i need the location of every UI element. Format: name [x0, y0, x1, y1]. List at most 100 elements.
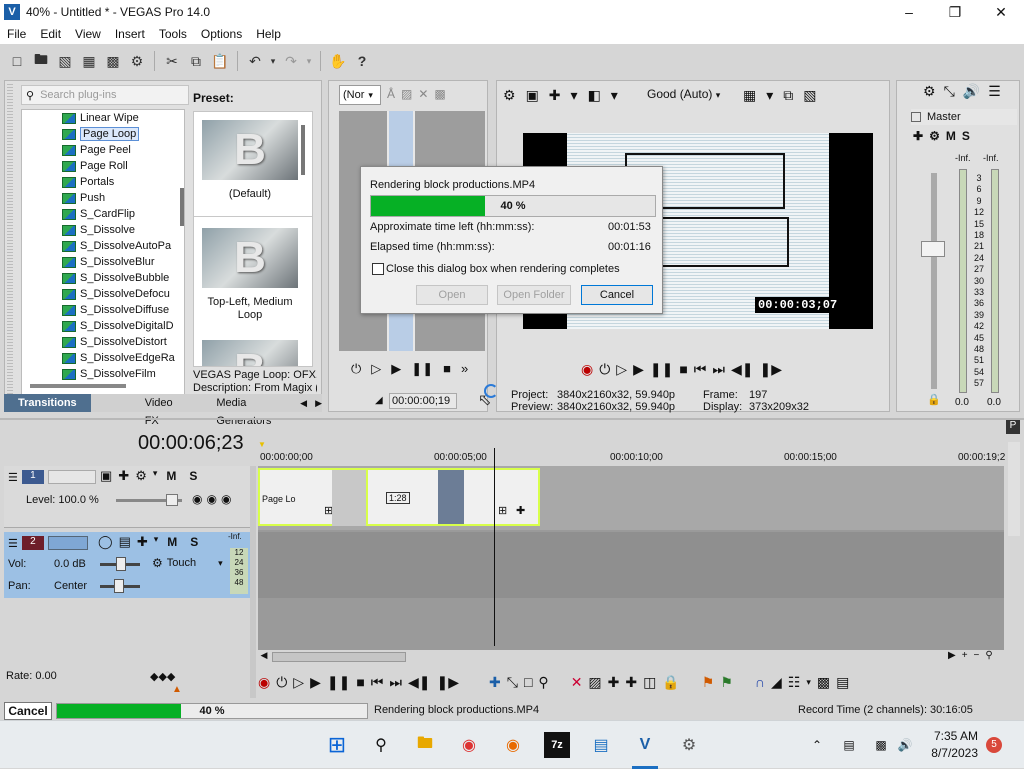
stop-icon[interactable]: ■ — [679, 361, 687, 378]
parent-track-icon[interactable]: ◉ — [206, 492, 216, 506]
plugin-tree-item[interactable]: Page Loop — [22, 126, 184, 142]
next-frame-icon[interactable]: ❚▶ — [760, 361, 783, 378]
pause-icon[interactable]: ❚❚ — [411, 361, 433, 377]
selection-tool-icon[interactable]: □ — [524, 674, 532, 690]
render-icon[interactable]: ▩ — [102, 50, 124, 72]
split-icon[interactable]: ◫ — [643, 674, 656, 691]
stop-icon[interactable]: ■ — [356, 674, 364, 690]
status-cancel-button[interactable]: Cancel — [4, 702, 52, 720]
preview-dropdown-icon[interactable]: ▾ — [571, 87, 578, 104]
track1-solo-button[interactable]: S — [185, 468, 201, 484]
firefox-icon[interactable]: ◉ — [500, 732, 526, 758]
rate-handle-icon[interactable]: ▲ — [172, 684, 182, 695]
snapping-magnet-icon[interactable]: ∩ — [755, 674, 765, 690]
track1-level-handle[interactable] — [166, 494, 178, 506]
master-mute-button[interactable]: M — [946, 129, 956, 143]
auto-crossfade-icon[interactable]: ◢ — [771, 674, 782, 691]
copy-snapshot-icon[interactable]: ⧉ — [783, 87, 793, 104]
previous-frame-icon[interactable]: ◀❚ — [408, 674, 431, 691]
undo-dropdown-icon[interactable]: ▾ — [268, 50, 278, 72]
paste-icon[interactable]: 📋 — [209, 50, 231, 72]
plugin-hand-icon[interactable]: ✋ — [327, 50, 349, 72]
settings-gear-icon[interactable]: ⚙ — [676, 732, 702, 758]
master-gear-icon[interactable]: ⚙ — [929, 129, 940, 143]
split-screen-icon[interactable]: ✚ — [549, 87, 561, 104]
go-to-end-icon[interactable]: ⏭ — [712, 361, 725, 378]
trim-end-icon[interactable]: ✚ — [625, 674, 637, 691]
redo-icon[interactable]: ↷ — [280, 50, 302, 72]
marker-icon[interactable]: ⚑ — [702, 674, 715, 691]
tab-transitions[interactable]: Transitions — [4, 394, 91, 412]
save-snapshot-icon[interactable]: ▧ — [803, 87, 816, 104]
undo-icon[interactable]: ↶ — [244, 50, 266, 72]
playhead-cursor[interactable] — [494, 448, 495, 646]
tree-scrollbar-thumb[interactable] — [180, 188, 184, 226]
master-solo-button[interactable]: S — [962, 129, 970, 143]
open-button[interactable]: Open — [416, 285, 488, 305]
menu-edit[interactable]: Edit — [33, 27, 68, 41]
abc-icon[interactable]: Å — [387, 87, 395, 101]
display-icon[interactable]: ▩ — [868, 732, 894, 758]
redo-dropdown-icon[interactable]: ▾ — [304, 50, 314, 72]
timeline-track-area[interactable]: Page Lo ⊞ ✚ 1:28 ⊞ ✚ — [258, 442, 1020, 650]
preview-quality-select[interactable]: Good (Auto) ▾ — [647, 87, 720, 101]
scroll-left-icon[interactable]: ◀ — [258, 650, 270, 664]
track-menu-icon[interactable]: ▾ — [153, 468, 158, 484]
chrome-icon[interactable]: ◉ — [456, 732, 482, 758]
menu-view[interactable]: View — [68, 27, 108, 41]
7zip-icon[interactable]: 7z — [544, 732, 570, 758]
plugin-tree-item[interactable]: S_CardFlip — [22, 206, 184, 222]
menu-options[interactable]: Options — [194, 27, 249, 41]
plugin-tree-item[interactable]: Page Peel — [22, 142, 184, 158]
menu-help[interactable]: Help — [249, 27, 288, 41]
plugin-tree-item[interactable]: S_DissolveFilm — [22, 366, 184, 382]
play-icon[interactable]: ▶ — [633, 361, 644, 378]
pan-slider-handle[interactable] — [114, 579, 124, 593]
menu-insert[interactable]: Insert — [108, 27, 152, 41]
external-monitor-icon[interactable]: ▣ — [526, 87, 539, 104]
automation-dropdown-icon[interactable]: ▾ — [218, 558, 223, 569]
pause-icon[interactable]: ❚❚ — [650, 361, 673, 378]
plugin-tree-item[interactable]: S_DissolveDistort — [22, 334, 184, 350]
trimmer-select[interactable]: (Nor ▾ — [339, 85, 381, 105]
downmix-icon[interactable]: ⤡ — [944, 83, 955, 100]
next-frame-icon[interactable]: ❚▶ — [437, 674, 460, 691]
track-name-input[interactable] — [47, 470, 96, 484]
help-question-icon[interactable]: ? — [351, 50, 373, 72]
normal-edit-tool-icon[interactable]: ✚ — [489, 674, 501, 691]
record-arm-icon[interactable]: ◯ — [98, 534, 113, 550]
menu-tools[interactable]: Tools — [152, 27, 194, 41]
vegas-taskbar-icon[interactable]: V — [632, 732, 658, 758]
track2-mute-button[interactable]: M — [164, 534, 180, 550]
plugin-tree-item[interactable]: S_DissolveDefocu — [22, 286, 184, 302]
track-menu-icon[interactable]: ▾ — [154, 534, 159, 550]
envelope-tool-icon[interactable]: ⤡ — [507, 674, 518, 691]
notification-badge[interactable]: 5 — [986, 737, 1002, 753]
zoom-tool-icon[interactable]: ⚲ — [985, 650, 992, 661]
track-fx-icon[interactable]: ✚ — [118, 468, 129, 484]
track-fx-icon[interactable]: ✚ — [137, 534, 148, 550]
overlay-icon[interactable]: ◧ — [588, 87, 601, 104]
show-hidden-icons-chevron-icon[interactable]: ⌃ — [804, 732, 830, 758]
save-icon[interactable]: ▧ — [54, 50, 76, 72]
restore-button[interactable]: ❐ — [932, 0, 978, 24]
open-folder-icon[interactable]: 🖿 — [30, 50, 52, 72]
automation-mode[interactable]: Touch — [167, 557, 196, 569]
preset-caption[interactable]: (Default) — [194, 188, 306, 200]
preset-caption[interactable]: Top-Left, Medium Loop — [194, 296, 306, 322]
panel-grip[interactable] — [7, 83, 13, 409]
previous-frame-icon[interactable]: ◀❚ — [731, 361, 754, 378]
mixer-settings-gear-icon[interactable]: ⚙ — [923, 83, 936, 100]
tabs-scroll-left-icon[interactable]: ◀ — [300, 398, 307, 409]
volume-icon[interactable]: 🔊 — [892, 732, 918, 758]
cancel-render-button[interactable]: Cancel — [581, 285, 653, 305]
compositing-mode-icon[interactable]: ◉ — [192, 492, 202, 506]
delete-icon[interactable]: ✕ — [571, 674, 583, 691]
mixer-properties-icon[interactable]: ☰ — [988, 83, 1001, 100]
master-fader-handle[interactable] — [921, 241, 945, 257]
marker-flag-icon[interactable]: P — [1006, 420, 1020, 434]
tree-horizontal-scrollbar-thumb[interactable] — [30, 384, 126, 388]
play-icon[interactable]: ▶ — [391, 361, 401, 377]
track-header-splitter[interactable] — [250, 466, 256, 698]
track-gear-icon[interactable]: ⚙ — [135, 468, 147, 484]
